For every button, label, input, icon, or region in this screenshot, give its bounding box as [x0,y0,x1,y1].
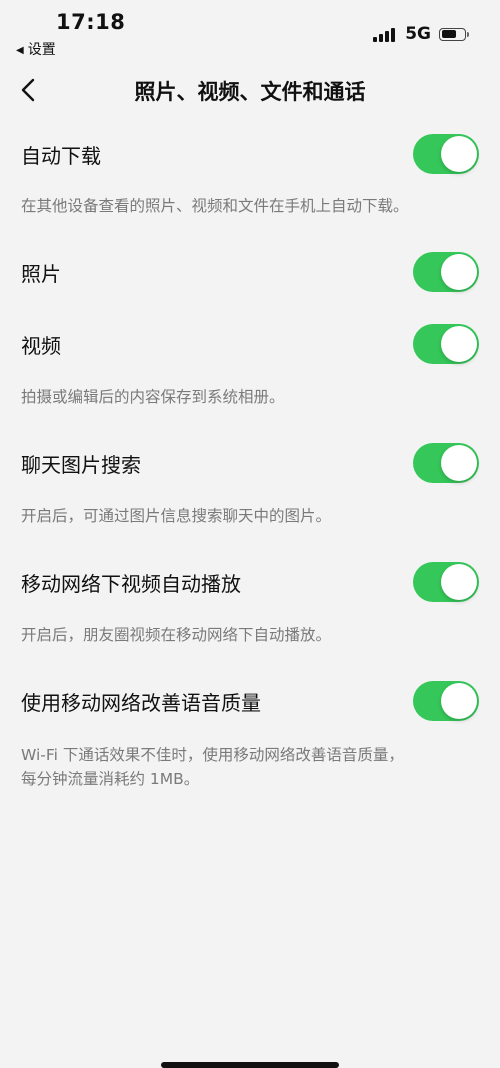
toggle-knob [441,136,477,172]
status-time: 17:18 [56,10,126,34]
back-to-settings-link[interactable]: ◀ 设置 [16,39,56,59]
photos-toggle[interactable] [413,252,479,292]
setting-label: 使用移动网络改善语音质量 [21,691,261,715]
setting-row-voice-quality: 使用移动网络改善语音质量 [0,671,500,731]
toggle-knob [441,254,477,290]
battery-icon [439,27,469,41]
setting-row-photos: 照片 [0,242,500,302]
setting-row-video-autoplay: 移动网络下视频自动播放 [0,552,500,612]
navigation-bar: 照片、视频、文件和通话 [0,62,500,118]
setting-label: 视频 [21,334,61,358]
auto-download-toggle[interactable] [413,134,479,174]
auto-download-description: 在其他设备查看的照片、视频和文件在手机上自动下载。 [21,197,409,215]
setting-label: 照片 [21,262,61,286]
back-app-label: 设置 [27,42,56,58]
video-description: 拍摄或编辑后的内容保存到系统相册。 [21,388,285,406]
setting-label: 聊天图片搜索 [21,453,141,477]
video-toggle[interactable] [413,324,479,364]
page-title: 照片、视频、文件和通话 [134,80,366,104]
voice-quality-description-line1: Wi-Fi 下通话效果不佳时，使用移动网络改善语音质量， [21,746,404,764]
toggle-knob [441,445,477,481]
toggle-knob [441,683,477,719]
voice-quality-description: Wi-Fi 下通话效果不佳时，使用移动网络改善语音质量， 每分钟流量消耗约 1M… [21,743,481,791]
setting-row-video: 视频 [0,314,500,374]
signal-icon [373,26,397,42]
autoplay-description: 开启后，朋友圈视频在移动网络下自动播放。 [21,626,332,644]
back-triangle-icon: ◀ [16,45,24,56]
battery-fill [441,30,456,38]
voice-quality-description-line2: 每分钟流量消耗约 1MB。 [21,770,200,788]
voice-quality-toggle[interactable] [413,681,479,721]
setting-label: 移动网络下视频自动播放 [21,572,241,596]
status-indicators: 5G [373,24,469,44]
toggle-knob [441,326,477,362]
image-search-toggle[interactable] [413,443,479,483]
setting-label: 自动下载 [21,144,101,168]
image-search-description: 开启后，可通过图片信息搜索聊天中的图片。 [21,507,332,525]
network-type: 5G [405,24,431,44]
home-indicator[interactable] [161,1062,339,1068]
toggle-knob [441,564,477,600]
video-autoplay-toggle[interactable] [413,562,479,602]
status-bar: 17:18 ◀ 设置 5G [0,0,500,62]
setting-row-image-search: 聊天图片搜索 [0,433,500,493]
setting-row-auto-download: 自动下载 [0,124,500,184]
